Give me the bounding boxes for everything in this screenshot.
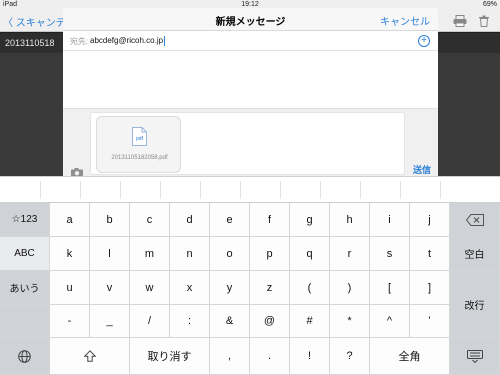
candidate-divider <box>400 181 401 199</box>
backspace-key[interactable] <box>450 203 500 237</box>
key-asterisk[interactable]: * <box>330 305 370 338</box>
candidate-divider <box>40 181 41 199</box>
key-comma[interactable]: , <box>210 338 250 375</box>
attachment-filename: 20131105182058.pdf <box>111 155 168 161</box>
undo-key[interactable]: 取り消す <box>130 338 210 375</box>
trash-icon[interactable] <box>478 14 492 27</box>
key-period[interactable]: . <box>250 338 290 375</box>
shift-key[interactable] <box>50 338 130 375</box>
to-label: 宛先: <box>70 37 89 46</box>
key-w[interactable]: w <box>130 271 170 305</box>
key-k[interactable]: k <box>50 237 90 271</box>
text-caret <box>164 36 166 46</box>
key-exclamation[interactable]: ! <box>290 338 330 375</box>
candidate-divider <box>440 181 441 199</box>
key-z[interactable]: z <box>250 271 290 305</box>
compose-header: 新規メッセージ キャンセル <box>63 8 438 31</box>
key-close-paren[interactable]: ) <box>330 271 370 305</box>
key-b[interactable]: b <box>90 203 130 237</box>
key-hiragana-mode[interactable]: あいう <box>0 271 50 305</box>
key-question[interactable]: ? <box>330 338 370 375</box>
print-icon[interactable] <box>453 14 467 27</box>
key-open-bracket[interactable]: [ <box>370 271 410 305</box>
globe-icon <box>18 349 31 363</box>
key-m[interactable]: m <box>130 237 170 271</box>
attachment-tray: pdf 20131105182058.pdf 送信 <box>63 108 438 176</box>
dismiss-keyboard-key[interactable] <box>450 338 500 375</box>
candidate-divider <box>80 181 81 199</box>
keyboard-dismiss-icon <box>466 349 483 363</box>
message-body[interactable] <box>63 51 438 108</box>
key-ampersand[interactable]: & <box>210 305 250 338</box>
key-t[interactable]: t <box>410 237 450 271</box>
to-field-row[interactable]: 宛先: abcdefg@ricoh.co.jp + <box>63 31 438 51</box>
camera-icon[interactable] <box>71 164 83 176</box>
key-f[interactable]: f <box>250 203 290 237</box>
key-symbol-mode[interactable]: ☆123 <box>0 203 50 237</box>
key-h[interactable]: h <box>330 203 370 237</box>
attachment-box: pdf 20131105182058.pdf <box>90 112 405 175</box>
key-underscore[interactable]: _ <box>90 305 130 338</box>
key-x[interactable]: x <box>170 271 210 305</box>
candidate-divider <box>200 181 201 199</box>
key-open-paren[interactable]: ( <box>290 271 330 305</box>
candidate-divider <box>320 181 321 199</box>
pdf-file-icon: pdf <box>132 127 147 146</box>
cancel-button[interactable]: キャンセル <box>380 13 430 28</box>
background-file-name: 2013110518 <box>5 38 55 48</box>
key-abc-mode[interactable]: ABC <box>0 237 50 271</box>
key-hyphen[interactable]: - <box>50 305 90 338</box>
key-o[interactable]: o <box>210 237 250 271</box>
fullwidth-key[interactable]: 全角 <box>370 338 450 375</box>
key-p[interactable]: p <box>250 237 290 271</box>
candidate-bar <box>0 176 500 203</box>
space-key[interactable]: 空白 <box>450 237 500 271</box>
pdf-type-label: pdf <box>136 136 144 142</box>
globe-key[interactable] <box>0 338 50 375</box>
shift-icon <box>83 350 96 362</box>
key-i[interactable]: i <box>370 203 410 237</box>
candidate-divider <box>160 181 161 199</box>
key-caret[interactable]: ^ <box>370 305 410 338</box>
add-contact-icon[interactable]: + <box>418 35 430 47</box>
key-apostrophe[interactable]: ' <box>410 305 450 338</box>
candidate-divider <box>240 181 241 199</box>
key-slash[interactable]: / <box>130 305 170 338</box>
key-colon[interactable]: : <box>170 305 210 338</box>
key-s[interactable]: s <box>370 237 410 271</box>
battery-level: 69% <box>482 1 497 8</box>
key-q[interactable]: q <box>290 237 330 271</box>
backspace-icon <box>465 213 484 226</box>
key-hash[interactable]: # <box>290 305 330 338</box>
key-at[interactable]: @ <box>250 305 290 338</box>
candidate-divider <box>360 181 361 199</box>
key-l[interactable]: l <box>90 237 130 271</box>
key-d[interactable]: d <box>170 203 210 237</box>
mail-compose-sheet: 新規メッセージ キャンセル 宛先: abcdefg@ricoh.co.jp + … <box>63 8 438 176</box>
return-key[interactable]: 改行 <box>450 271 500 338</box>
key-close-bracket[interactable]: ] <box>410 271 450 305</box>
keyboard-blank-key <box>0 305 50 338</box>
candidate-divider <box>120 181 121 199</box>
key-a[interactable]: a <box>50 203 90 237</box>
to-address: abcdefg@ricoh.co.jp <box>90 36 164 46</box>
key-c[interactable]: c <box>130 203 170 237</box>
to-field[interactable]: abcdefg@ricoh.co.jp <box>90 36 166 46</box>
key-r[interactable]: r <box>330 237 370 271</box>
send-button[interactable]: 送信 <box>413 163 431 176</box>
candidate-divider <box>280 181 281 199</box>
key-y[interactable]: y <box>210 271 250 305</box>
key-j[interactable]: j <box>410 203 450 237</box>
software-keyboard: ☆123 a b c d e f g h i j ABC k l m n o p… <box>0 203 500 375</box>
key-e[interactable]: e <box>210 203 250 237</box>
key-g[interactable]: g <box>290 203 330 237</box>
key-n[interactable]: n <box>170 237 210 271</box>
key-v[interactable]: v <box>90 271 130 305</box>
key-u[interactable]: u <box>50 271 90 305</box>
attachment-item[interactable]: pdf 20131105182058.pdf <box>96 116 181 173</box>
